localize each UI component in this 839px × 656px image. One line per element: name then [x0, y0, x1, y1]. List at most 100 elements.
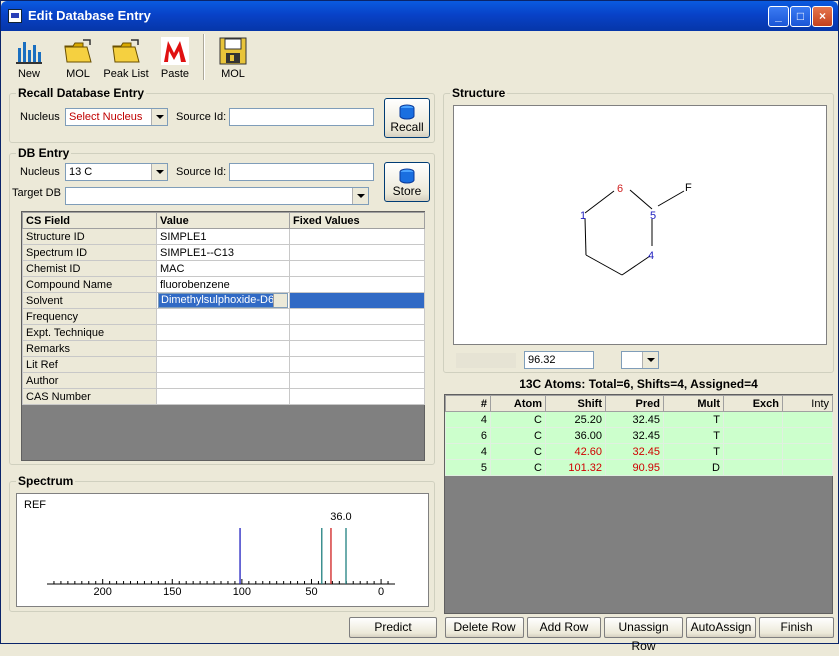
delete-row-button[interactable]: Delete Row: [445, 617, 524, 638]
recall-source-input[interactable]: [229, 108, 374, 126]
new-button[interactable]: New: [10, 34, 48, 81]
cs-value-cell[interactable]: [156, 388, 290, 405]
db-nucleus-select[interactable]: 13 C: [65, 163, 168, 181]
table-row[interactable]: Solvent Dimethylsulphoxide-D6: [22, 292, 425, 309]
atom-cell-shift: 25.20: [545, 411, 606, 428]
cs-fixed-value-cell[interactable]: [289, 356, 425, 373]
atom-cell-atom: C: [490, 459, 546, 476]
column-header-value[interactable]: Value: [156, 212, 290, 229]
cs-fixed-value-cell[interactable]: [289, 324, 425, 341]
db-source-input[interactable]: [229, 163, 374, 181]
column-header-number[interactable]: #: [445, 395, 491, 412]
finish-button[interactable]: Finish: [759, 617, 834, 638]
column-header-cs-field[interactable]: CS Field: [22, 212, 157, 229]
cs-fixed-value-cell[interactable]: [289, 308, 425, 325]
atom-label-6[interactable]: 6: [617, 183, 623, 195]
maximize-button[interactable]: □: [790, 6, 811, 27]
unassign-row-button[interactable]: Unassign Row: [604, 617, 683, 653]
column-header-fixed-values[interactable]: Fixed Values: [289, 212, 425, 229]
table-row[interactable]: CAS Number: [22, 388, 425, 405]
atom-label-4[interactable]: 4: [648, 250, 654, 262]
spectrum-group: Spectrum REF 200 150 100 50 0 36.0: [9, 474, 435, 612]
cs-fixed-value-cell[interactable]: [289, 260, 425, 277]
floppy-disk-icon: [218, 36, 248, 66]
column-header-shift[interactable]: Shift: [545, 395, 606, 412]
axis-tick-label: 200: [94, 586, 112, 598]
cs-value-cell[interactable]: [156, 340, 290, 357]
table-row[interactable]: 6 C 36.00 32.45 T: [445, 427, 833, 444]
cs-fixed-value-cell[interactable]: [289, 388, 425, 405]
column-header-mult[interactable]: Mult: [663, 395, 724, 412]
table-row[interactable]: Lit Ref: [22, 356, 425, 373]
table-row[interactable]: Chemist ID MAC: [22, 260, 425, 277]
window-title: Edit Database Entry: [28, 8, 151, 23]
table-row[interactable]: Frequency: [22, 308, 425, 325]
cs-field-cell: Spectrum ID: [22, 244, 157, 261]
cs-value-cell[interactable]: MAC: [156, 260, 290, 277]
cs-field-cell: Compound Name: [22, 276, 157, 293]
table-row[interactable]: Remarks: [22, 340, 425, 357]
recall-button[interactable]: Recall: [384, 98, 430, 138]
column-header-inty[interactable]: Inty: [782, 395, 833, 412]
column-header-pred[interactable]: Pred: [605, 395, 664, 412]
structure-combo[interactable]: [621, 351, 659, 369]
atoms-header-row: # Atom Shift Pred Mult Exch Inty: [445, 395, 833, 412]
value-field[interactable]: 96.32: [524, 351, 594, 369]
open-mol-button[interactable]: MOL: [59, 34, 97, 81]
table-row[interactable]: Spectrum ID SIMPLE1--C13: [22, 244, 425, 261]
atom-label-1[interactable]: 1: [580, 210, 586, 222]
recall-nucleus-select[interactable]: Select Nucleus: [65, 108, 168, 126]
target-db-select[interactable]: [65, 187, 369, 205]
table-row[interactable]: Structure ID SIMPLE1: [22, 228, 425, 245]
chevron-down-icon[interactable]: [352, 188, 368, 204]
db-entry-group: DB Entry Nucleus 13 C Source Id: Target …: [9, 146, 435, 465]
cs-value-cell[interactable]: [156, 308, 290, 325]
table-row[interactable]: 4 C 42.60 32.45 T: [445, 443, 833, 460]
atom-cell-pred: 90.95: [605, 459, 664, 476]
target-db-label: Target DB: [12, 187, 61, 199]
cs-fixed-value-cell[interactable]: [289, 292, 425, 309]
cs-field-cell: Remarks: [22, 340, 157, 357]
cs-value-cell[interactable]: SIMPLE1--C13: [156, 244, 290, 261]
cs-fixed-value-cell[interactable]: [289, 276, 425, 293]
chevron-down-icon[interactable]: [273, 294, 287, 307]
open-peak-list-button[interactable]: Peak List: [102, 34, 150, 81]
close-button[interactable]: ×: [812, 6, 833, 27]
column-header-exch[interactable]: Exch: [723, 395, 783, 412]
table-row[interactable]: 5 C 101.32 90.95 D: [445, 459, 833, 476]
cs-fixed-value-cell[interactable]: [289, 340, 425, 357]
structure-canvas[interactable]: 1 6 5 F 4: [453, 105, 827, 345]
chevron-down-icon[interactable]: [151, 109, 167, 125]
cs-value-cell[interactable]: [156, 324, 290, 341]
cs-fixed-value-cell[interactable]: [289, 228, 425, 245]
atom-label-5[interactable]: 5: [650, 210, 656, 222]
predict-button[interactable]: Predict: [349, 617, 437, 638]
atom-label-f[interactable]: F: [685, 182, 692, 194]
add-row-button[interactable]: Add Row: [527, 617, 601, 638]
autoassign-button[interactable]: AutoAssign: [686, 617, 756, 638]
chevron-down-icon[interactable]: [642, 352, 658, 368]
cs-value-cell[interactable]: fluorobenzene: [156, 276, 290, 293]
solvent-select[interactable]: Dimethylsulphoxide-D6: [156, 292, 290, 309]
atom-cell-num: 4: [445, 411, 491, 428]
cs-fixed-value-cell[interactable]: [289, 244, 425, 261]
column-header-atom[interactable]: Atom: [490, 395, 546, 412]
chevron-down-icon[interactable]: [151, 164, 167, 180]
cs-field-cell: Frequency: [22, 308, 157, 325]
save-mol-button[interactable]: MOL: [213, 34, 253, 81]
cs-value-cell[interactable]: [156, 372, 290, 389]
cs-value-cell[interactable]: [156, 356, 290, 373]
table-row[interactable]: Author: [22, 372, 425, 389]
paste-button[interactable]: Paste: [155, 34, 195, 81]
cs-value-cell[interactable]: SIMPLE1: [156, 228, 290, 245]
open-mol-label: MOL: [66, 68, 90, 80]
minimize-button[interactable]: _: [768, 6, 789, 27]
table-row[interactable]: Compound Name fluorobenzene: [22, 276, 425, 293]
spectrum-plot[interactable]: REF 200 150 100 50 0 36.0: [16, 493, 429, 607]
store-button[interactable]: Store: [384, 162, 430, 202]
atom-cell-exch: [723, 459, 783, 476]
atom-cell-mult: T: [663, 443, 724, 460]
table-row[interactable]: 4 C 25.20 32.45 T: [445, 411, 833, 428]
cs-fixed-value-cell[interactable]: [289, 372, 425, 389]
table-row[interactable]: Expt. Technique: [22, 324, 425, 341]
